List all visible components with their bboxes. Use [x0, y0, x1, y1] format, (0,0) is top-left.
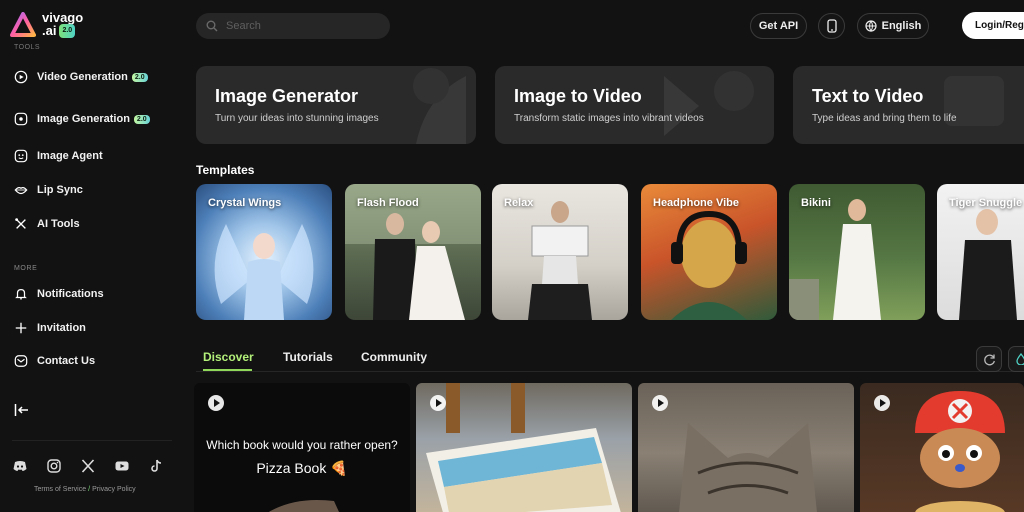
youtube-icon[interactable]: [114, 458, 130, 474]
version-badge: 2.0: [133, 114, 150, 124]
template-label: Relax: [504, 197, 534, 209]
sidebar-item-label: Notifications: [37, 288, 104, 300]
mail-icon: [14, 355, 28, 367]
sidebar-item-invitation[interactable]: Invitation: [14, 321, 86, 335]
privacy-link[interactable]: Privacy Policy: [92, 486, 136, 493]
feature-card-image-generator[interactable]: Image Generator Turn your ideas into stu…: [196, 66, 476, 144]
sidebar-item-image-agent[interactable]: Image Agent: [14, 149, 103, 163]
sidebar-item-image-generation[interactable]: Image Generation 2.0: [14, 112, 150, 126]
sidebar-divider: [12, 440, 172, 441]
legal-separator: /: [88, 486, 91, 493]
brand-sub: .ai: [42, 23, 57, 38]
play-icon: [874, 395, 890, 411]
feed-card-pizza-book[interactable]: Which book would you rather open? Pizza …: [194, 383, 410, 512]
template-card-bikini[interactable]: Bikini: [789, 184, 925, 320]
sidebar-item-label: Lip Sync: [37, 184, 83, 196]
template-card-relax[interactable]: Relax: [492, 184, 628, 320]
social-links: [12, 458, 164, 474]
tab-community[interactable]: Community: [361, 350, 427, 364]
brand-version-badge: 2.0: [59, 24, 76, 38]
tab-tutorials[interactable]: Tutorials: [283, 350, 333, 364]
image-spark-icon: [14, 112, 28, 126]
template-label: Headphone Vibe: [653, 197, 739, 209]
tiktok-icon[interactable]: [148, 458, 164, 474]
feature-title: Image Generator: [215, 86, 359, 106]
sidebar-item-notifications[interactable]: Notifications: [14, 287, 104, 301]
lips-icon: [14, 187, 28, 195]
filter-button[interactable]: [1008, 346, 1024, 372]
sidebar-item-video-generation[interactable]: Video Generation 2.0: [14, 70, 148, 84]
language-selector[interactable]: English: [857, 13, 929, 39]
more-section-label: MORE: [14, 265, 38, 272]
feed-thumbnail: [679, 423, 817, 512]
phone-icon: [826, 19, 837, 33]
sidebar-item-ai-tools[interactable]: AI Tools: [14, 217, 80, 231]
plus-icon: [15, 322, 27, 334]
get-api-label: Get API: [758, 20, 799, 32]
template-card-headphone-vibe[interactable]: Headphone Vibe: [641, 184, 777, 320]
sidebar-item-label: Video Generation: [37, 71, 128, 83]
feature-desc: Transform static images into vibrant vid…: [514, 113, 704, 124]
template-label: Flash Flood: [357, 197, 419, 209]
sidebar-item-label: AI Tools: [37, 218, 80, 230]
globe-icon: [865, 20, 877, 32]
template-card-tiger-snuggle[interactable]: Tiger Snuggle: [937, 184, 1024, 320]
discord-icon[interactable]: [12, 458, 28, 474]
feed-card-cat[interactable]: [638, 383, 854, 512]
feature-desc: Type ideas and bring them to life: [812, 113, 957, 124]
template-label: Bikini: [801, 197, 831, 209]
drop-icon: [1016, 353, 1024, 365]
bell-icon: [15, 289, 27, 300]
template-card-flash-flood[interactable]: Flash Flood: [345, 184, 481, 320]
terms-link[interactable]: Terms of Service: [34, 486, 86, 493]
sidebar-item-lip-sync[interactable]: Lip Sync: [14, 183, 83, 197]
instagram-icon[interactable]: [46, 458, 62, 474]
get-api-button[interactable]: Get API: [750, 13, 807, 39]
search-icon: [206, 20, 218, 32]
logo[interactable]: vivago .ai 2.0: [10, 11, 83, 38]
feature-desc: Turn your ideas into stunning images: [215, 113, 379, 124]
tabs-divider: [196, 371, 1024, 372]
language-label: English: [881, 20, 922, 32]
sidebar: vivago .ai 2.0 TOOLS Video Generation 2.0…: [0, 0, 176, 512]
template-label: Tiger Snuggle: [949, 197, 1023, 209]
feed-card-painting[interactable]: [416, 383, 632, 512]
search-input[interactable]: [226, 20, 376, 32]
mobile-app-button[interactable]: [818, 13, 845, 39]
vivago-logo-icon: [10, 12, 36, 37]
feature-title: Text to Video: [812, 86, 924, 106]
template-label: Crystal Wings: [208, 197, 282, 209]
x-icon[interactable]: [80, 458, 96, 474]
agent-icon: [14, 149, 28, 163]
tab-discover[interactable]: Discover: [203, 350, 254, 364]
play-circle-icon: [14, 70, 28, 84]
feature-card-text-to-video[interactable]: Text to Video Type ideas and bring them …: [793, 66, 1024, 144]
feature-title: Image to Video: [514, 86, 642, 106]
templates-heading: Templates: [196, 163, 255, 177]
login-label: Login/Register: [975, 20, 1024, 31]
sidebar-item-label: Invitation: [37, 322, 86, 334]
legal-links: Terms of Service / Privacy Policy: [34, 486, 136, 493]
feature-card-image-to-video[interactable]: Image to Video Transform static images i…: [495, 66, 774, 144]
login-register-button[interactable]: Login/Register: [962, 12, 1024, 39]
feed-thumbnail: [426, 383, 621, 512]
collapse-sidebar-icon[interactable]: [14, 403, 30, 417]
version-badge: 2.0: [131, 72, 148, 82]
hand-hint: [268, 499, 339, 512]
sidebar-item-label: Image Agent: [37, 150, 103, 162]
play-icon: [430, 395, 446, 411]
tools-section-label: TOOLS: [14, 44, 41, 51]
tools-icon: [15, 218, 26, 229]
play-icon: [652, 395, 668, 411]
refresh-icon: [983, 354, 995, 365]
refresh-button[interactable]: [976, 346, 1002, 372]
sidebar-item-label: Image Generation: [37, 113, 130, 125]
search-bar[interactable]: [196, 13, 390, 39]
sidebar-item-label: Contact Us: [37, 355, 96, 367]
feed-card-chopper[interactable]: [860, 383, 1024, 512]
active-tab-indicator: [203, 369, 252, 371]
template-card-crystal-wings[interactable]: Crystal Wings: [196, 184, 332, 320]
sidebar-item-contact-us[interactable]: Contact Us: [14, 354, 95, 368]
